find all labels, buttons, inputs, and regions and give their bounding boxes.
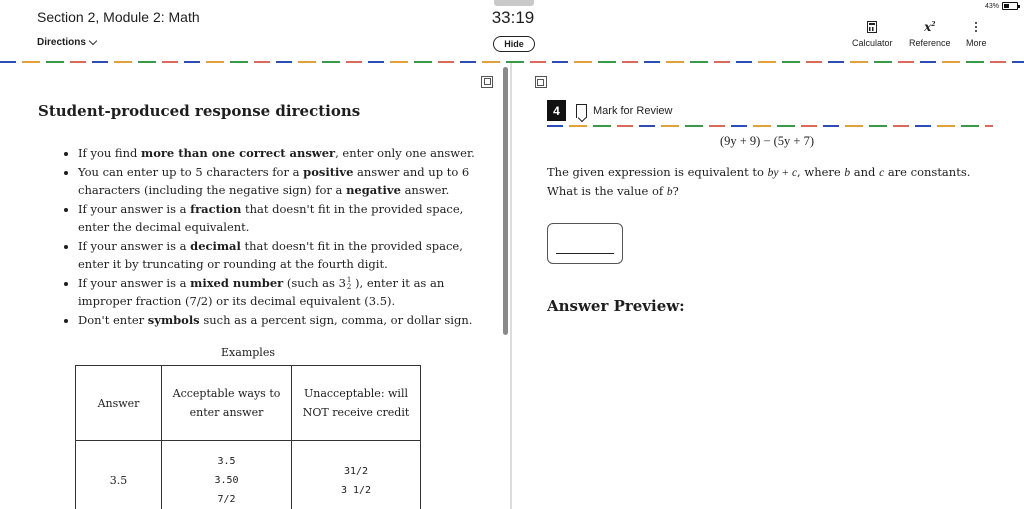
calculator-label: Calculator: [852, 38, 893, 48]
rule-item: You can enter up to 5 characters for a p…: [78, 163, 478, 200]
answer-preview-label: Answer Preview:: [547, 297, 685, 315]
mark-for-review-button[interactable]: Mark for Review: [576, 103, 673, 118]
answer-input[interactable]: [547, 223, 623, 264]
directions-toggle[interactable]: Directions: [37, 36, 98, 48]
pane-resize-handle[interactable]: [503, 67, 508, 335]
reference-icon: x2: [924, 20, 936, 34]
directions-pane: Student-produced response directions If …: [38, 96, 478, 329]
pane-divider: [510, 63, 512, 509]
header-divider: [0, 61, 1024, 63]
mark-for-review-label: Mark for Review: [593, 104, 673, 117]
battery-percent: 43%: [984, 2, 999, 10]
section-title: Section 2, Module 2: Math: [37, 9, 200, 25]
expand-right-pane-icon[interactable]: [535, 76, 547, 88]
rule-item: Don't enter symbols such as a percent si…: [78, 311, 478, 330]
table-row: 3.5 3.5 3.50 7/2 31/2 3 1/2: [75, 440, 421, 509]
question-expression: (9y + 9) − (5y + 7): [719, 134, 815, 148]
table-header: Unacceptable: will NOT receive credit: [291, 365, 421, 441]
hide-timer-button[interactable]: Hide: [493, 36, 535, 52]
battery-indicator: 43%: [984, 2, 1020, 10]
more-label: More: [966, 38, 987, 48]
chevron-down-icon: [88, 36, 98, 45]
directions-rules: If you find more than one correct answer…: [38, 144, 478, 329]
bookmark-icon: [576, 103, 587, 118]
more-button[interactable]: More: [966, 20, 987, 48]
directions-title: Student-produced response directions: [38, 102, 361, 120]
question-header: 4 Mark for Review: [547, 100, 987, 121]
rule-item: If your answer is a decimal that doesn't…: [78, 237, 478, 274]
more-vertical-icon: [975, 22, 978, 32]
table-cell-answer: 3.5: [75, 440, 162, 509]
timer: 33:19: [491, 8, 535, 27]
question-pane: 4 Mark for Review (9y + 9) − (5y + 7) Th…: [547, 100, 993, 315]
rule-item: If your answer is a mixed number (such a…: [78, 274, 478, 311]
reference-button[interactable]: x2 Reference: [909, 20, 951, 48]
table-header: Acceptable ways to enter answer: [161, 365, 292, 441]
expand-left-pane-icon[interactable]: [481, 76, 493, 88]
reference-label: Reference: [909, 38, 951, 48]
examples-caption: Examples: [221, 346, 275, 359]
timer-pull-tab[interactable]: [494, 0, 534, 6]
question-prompt: The given expression is equivalent to by…: [547, 165, 971, 198]
battery-level: [1004, 4, 1010, 8]
calculator-icon: [867, 21, 878, 33]
question-number: 4: [547, 100, 566, 121]
examples-table: Answer Acceptable ways to enter answer U…: [75, 365, 421, 509]
rule-item: If you find more than one correct answer…: [78, 144, 478, 163]
rule-item: If your answer is a fraction that doesn'…: [78, 200, 478, 237]
directions-label: Directions: [37, 37, 86, 48]
table-header: Answer: [75, 365, 162, 441]
calculator-button[interactable]: Calculator: [852, 20, 893, 48]
table-cell-acceptable: 3.5 3.50 7/2: [161, 440, 292, 509]
table-cell-unacceptable: 31/2 3 1/2: [291, 440, 421, 509]
question-divider: [547, 125, 993, 127]
battery-icon: [1002, 2, 1020, 10]
